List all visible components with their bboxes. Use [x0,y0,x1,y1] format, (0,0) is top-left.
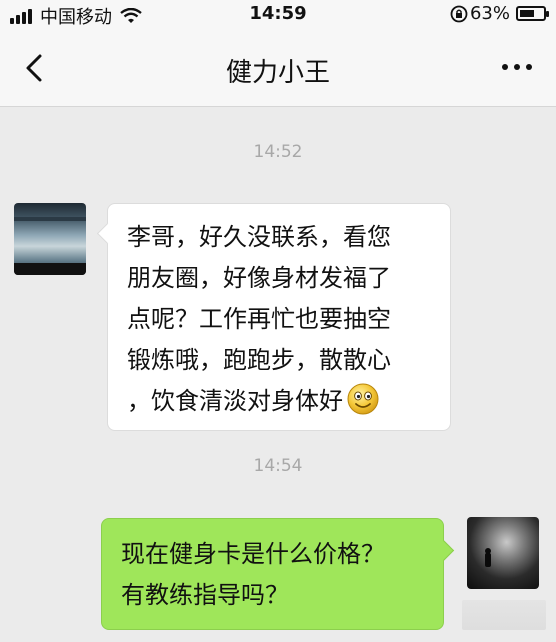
runner-photo-avatar[interactable] [467,517,539,589]
partial-element [462,600,546,630]
message-line: 朋友圈，好像身材发福了 [127,264,391,292]
message-timestamp: 14:54 [253,456,303,476]
orientation-lock-icon [450,5,468,22]
smile-emoji-icon [347,383,379,415]
nav-bar: 健力小王 [0,30,556,107]
status-bar: 中国移动 14:59 63% [0,0,556,30]
battery-percent: 63% [469,3,510,24]
message-line: 现在健身卡是什么价格？ [121,540,385,568]
message-timestamp: 14:52 [253,142,303,162]
battery-fill [520,10,534,17]
message-line: 锻炼哦，跑跑步，散散心 [127,346,391,374]
sent-message-bubble[interactable]: 现在健身卡是什么价格？ 有教练指导吗？ [101,518,444,630]
status-right: 63% [450,3,549,24]
chat-title: 健力小王 [225,58,330,88]
message-line: ，饮食清淡对身体好 [127,387,343,415]
received-message-bubble[interactable]: 李哥，好久没联系，看您 朋友圈，好像身材发福了 点呢？工作再忙也要抽空 锻炼哦，… [107,203,451,431]
gym-photo-avatar[interactable] [14,203,86,275]
message-line: 有教练指导吗？ [121,581,289,609]
more-dots-icon[interactable] [496,64,532,70]
message-line: 点呢？工作再忙也要抽空 [127,305,391,333]
message-line-with-emoji: ，饮食清淡对身体好 [127,381,432,422]
message-line: 李哥，好久没联系，看您 [127,223,391,251]
battery-icon [516,6,549,21]
